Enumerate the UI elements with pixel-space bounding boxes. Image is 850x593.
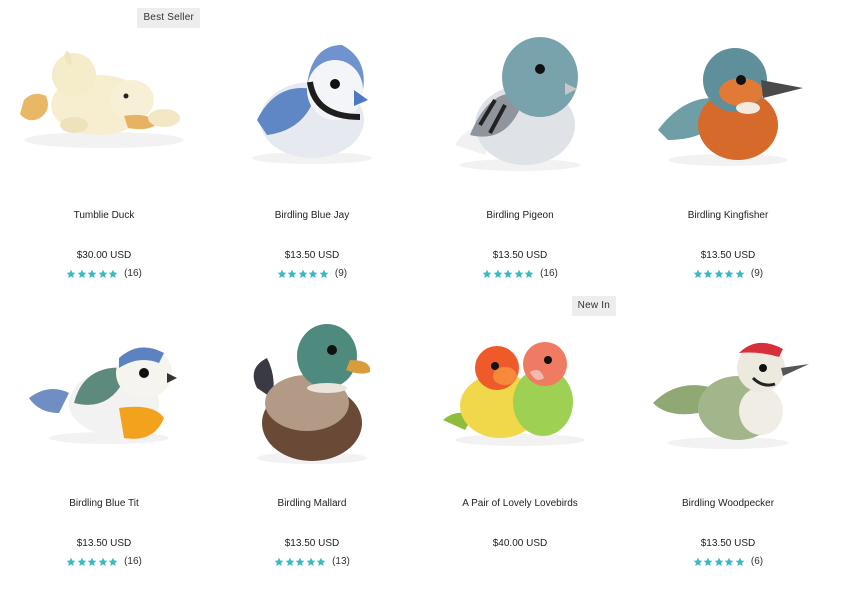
product-card[interactable]: Birdling Pigeon $13.50 USD (16) — [416, 0, 624, 288]
product-rating: (16) — [416, 268, 624, 279]
product-rating: (6) — [624, 556, 832, 567]
star-icon — [277, 269, 287, 278]
product-image-blue-tit[interactable] — [0, 288, 208, 488]
product-image-lovebirds[interactable] — [416, 288, 624, 488]
product-rating: (16) — [0, 556, 208, 567]
product-name[interactable]: Birdling Blue Tit — [0, 498, 208, 509]
star-icon — [704, 269, 713, 278]
product-name[interactable]: Birdling Woodpecker — [624, 498, 832, 509]
product-card[interactable]: Birdling Blue Tit $13.50 USD (16) — [0, 288, 208, 576]
review-count: (9) — [750, 268, 764, 279]
star-icon — [735, 269, 745, 278]
product-price: $40.00 USD — [492, 538, 548, 549]
product-rating: (9) — [624, 268, 832, 279]
product-rating: (13) — [208, 556, 416, 567]
product-image-woodpecker[interactable] — [624, 288, 832, 488]
review-count: (13) — [332, 556, 350, 567]
star-rating — [274, 557, 326, 567]
product-price: $13.50 USD — [492, 250, 548, 261]
star-icon — [319, 269, 329, 278]
star-icon — [693, 269, 703, 278]
product-name[interactable]: Birdling Pigeon — [416, 210, 624, 221]
star-icon — [714, 269, 724, 278]
star-icon — [306, 557, 315, 566]
star-icon — [693, 557, 703, 566]
star-icon — [725, 557, 734, 566]
product-price: $13.50 USD — [284, 250, 340, 261]
product-card[interactable]: New In A Pair of Lovely Lovebirds $40.00… — [416, 288, 624, 576]
best-seller-badge: Best Seller — [137, 8, 200, 28]
product-rating: (9) — [208, 268, 416, 279]
review-count: (9) — [334, 268, 348, 279]
star-icon — [725, 269, 734, 278]
review-count: (6) — [750, 556, 764, 567]
product-card[interactable]: Birdling Woodpecker $13.50 USD (6) — [624, 288, 832, 576]
star-icon — [87, 269, 97, 278]
star-rating — [66, 557, 118, 567]
star-rating — [277, 269, 329, 279]
review-count: (16) — [124, 556, 142, 567]
star-icon — [298, 269, 308, 278]
star-icon — [735, 557, 745, 566]
product-price: $13.50 USD — [284, 538, 340, 549]
product-card[interactable]: Birdling Blue Jay $13.50 USD (9) — [208, 0, 416, 288]
star-icon — [493, 269, 502, 278]
star-icon — [714, 557, 724, 566]
product-name[interactable]: Birdling Kingfisher — [624, 210, 832, 221]
product-image-kingfisher[interactable] — [624, 0, 832, 200]
new-in-badge: New In — [571, 296, 616, 316]
review-count: (16) — [124, 268, 142, 279]
product-price: $30.00 USD — [76, 250, 132, 261]
product-card[interactable]: Best Seller Tumblie Duck $30.00 USD (16) — [0, 0, 208, 288]
star-icon — [514, 269, 523, 278]
star-icon — [98, 269, 107, 278]
star-icon — [274, 557, 284, 566]
product-price: $13.50 USD — [700, 250, 756, 261]
product-card[interactable]: Birdling Kingfisher $13.50 USD (9) — [624, 0, 832, 288]
star-icon — [285, 557, 294, 566]
product-image-pigeon[interactable] — [416, 0, 624, 200]
product-rating: (16) — [0, 268, 208, 279]
product-name[interactable]: Birdling Mallard — [208, 498, 416, 509]
product-card[interactable]: Birdling Mallard $13.50 USD (13) — [208, 288, 416, 576]
star-icon — [309, 269, 318, 278]
star-icon — [108, 269, 118, 278]
product-name[interactable]: A Pair of Lovely Lovebirds — [416, 498, 624, 509]
product-image-blue-jay[interactable] — [208, 0, 416, 200]
star-rating — [693, 557, 745, 567]
star-icon — [482, 269, 492, 278]
star-icon — [87, 557, 97, 566]
star-icon — [524, 269, 534, 278]
star-icon — [704, 557, 713, 566]
star-icon — [288, 269, 297, 278]
star-icon — [66, 557, 76, 566]
star-icon — [98, 557, 107, 566]
star-rating — [482, 269, 534, 279]
star-icon — [66, 269, 76, 278]
star-icon — [316, 557, 326, 566]
product-image-tumblie-duck[interactable] — [0, 0, 208, 200]
product-price: $13.50 USD — [700, 538, 756, 549]
review-count: (16) — [540, 268, 558, 279]
product-image-mallard[interactable] — [208, 288, 416, 488]
product-price: $13.50 USD — [76, 538, 132, 549]
star-icon — [295, 557, 305, 566]
star-icon — [77, 269, 86, 278]
product-name[interactable]: Tumblie Duck — [0, 210, 208, 221]
star-rating — [693, 269, 745, 279]
product-name[interactable]: Birdling Blue Jay — [208, 210, 416, 221]
star-icon — [503, 269, 513, 278]
star-icon — [77, 557, 86, 566]
star-icon — [108, 557, 118, 566]
star-rating — [66, 269, 118, 279]
